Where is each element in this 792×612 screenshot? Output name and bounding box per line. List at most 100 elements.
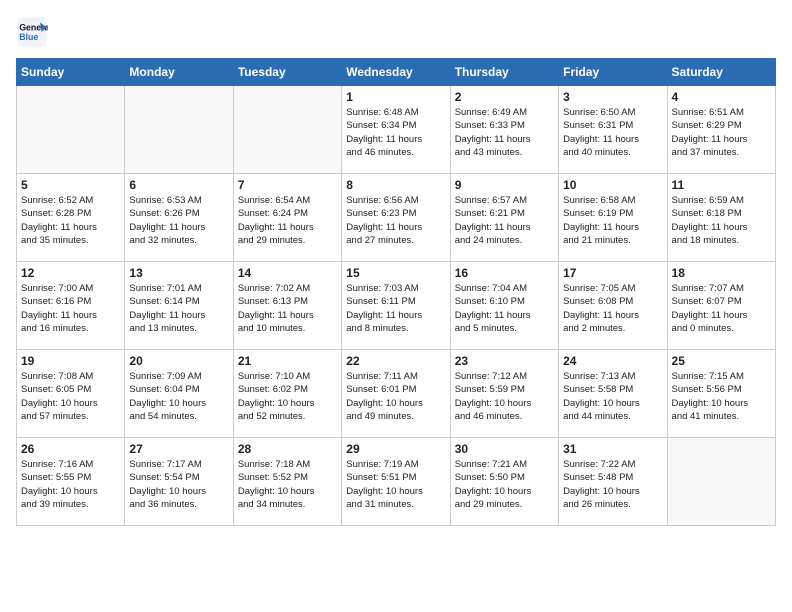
day-info: Sunrise: 7:00 AMSunset: 6:16 PMDaylight:… xyxy=(21,282,120,335)
day-info: Sunrise: 6:59 AMSunset: 6:18 PMDaylight:… xyxy=(672,194,771,247)
day-info: Sunrise: 7:02 AMSunset: 6:13 PMDaylight:… xyxy=(238,282,337,335)
day-number: 26 xyxy=(21,442,120,456)
day-info: Sunrise: 6:58 AMSunset: 6:19 PMDaylight:… xyxy=(563,194,662,247)
calendar-cell: 31 Sunrise: 7:22 AMSunset: 5:48 PMDayligh… xyxy=(559,438,667,526)
day-info: Sunrise: 7:16 AMSunset: 5:55 PMDaylight:… xyxy=(21,458,120,511)
calendar-cell: 16 Sunrise: 7:04 AMSunset: 6:10 PMDayligh… xyxy=(450,262,558,350)
day-number: 20 xyxy=(129,354,228,368)
day-number: 31 xyxy=(563,442,662,456)
day-number: 16 xyxy=(455,266,554,280)
day-info: Sunrise: 6:52 AMSunset: 6:28 PMDaylight:… xyxy=(21,194,120,247)
day-info: Sunrise: 6:56 AMSunset: 6:23 PMDaylight:… xyxy=(346,194,445,247)
calendar-cell: 9 Sunrise: 6:57 AMSunset: 6:21 PMDaylight… xyxy=(450,174,558,262)
calendar-cell: 28 Sunrise: 7:18 AMSunset: 5:52 PMDayligh… xyxy=(233,438,341,526)
day-info: Sunrise: 6:48 AMSunset: 6:34 PMDaylight:… xyxy=(346,106,445,159)
day-number: 9 xyxy=(455,178,554,192)
day-number: 17 xyxy=(563,266,662,280)
day-number: 13 xyxy=(129,266,228,280)
day-info: Sunrise: 7:18 AMSunset: 5:52 PMDaylight:… xyxy=(238,458,337,511)
day-info: Sunrise: 7:21 AMSunset: 5:50 PMDaylight:… xyxy=(455,458,554,511)
day-info: Sunrise: 7:15 AMSunset: 5:56 PMDaylight:… xyxy=(672,370,771,423)
day-header-wednesday: Wednesday xyxy=(342,59,450,86)
calendar-cell xyxy=(233,86,341,174)
calendar-cell: 23 Sunrise: 7:12 AMSunset: 5:59 PMDayligh… xyxy=(450,350,558,438)
day-number: 28 xyxy=(238,442,337,456)
day-info: Sunrise: 7:09 AMSunset: 6:04 PMDaylight:… xyxy=(129,370,228,423)
day-number: 6 xyxy=(129,178,228,192)
day-header-monday: Monday xyxy=(125,59,233,86)
calendar-week-row: 26 Sunrise: 7:16 AMSunset: 5:55 PMDayligh… xyxy=(17,438,776,526)
calendar-cell: 30 Sunrise: 7:21 AMSunset: 5:50 PMDayligh… xyxy=(450,438,558,526)
calendar-cell: 26 Sunrise: 7:16 AMSunset: 5:55 PMDayligh… xyxy=(17,438,125,526)
calendar-cell: 25 Sunrise: 7:15 AMSunset: 5:56 PMDayligh… xyxy=(667,350,775,438)
logo-icon: General Blue xyxy=(16,16,48,48)
day-header-friday: Friday xyxy=(559,59,667,86)
calendar-cell: 10 Sunrise: 6:58 AMSunset: 6:19 PMDayligh… xyxy=(559,174,667,262)
day-number: 19 xyxy=(21,354,120,368)
day-info: Sunrise: 7:11 AMSunset: 6:01 PMDaylight:… xyxy=(346,370,445,423)
day-info: Sunrise: 6:53 AMSunset: 6:26 PMDaylight:… xyxy=(129,194,228,247)
day-info: Sunrise: 6:57 AMSunset: 6:21 PMDaylight:… xyxy=(455,194,554,247)
calendar-cell: 6 Sunrise: 6:53 AMSunset: 6:26 PMDaylight… xyxy=(125,174,233,262)
calendar-cell xyxy=(17,86,125,174)
calendar-cell: 29Sunrise: 7:19 AMSunset: 5:51 PMDayligh… xyxy=(342,438,450,526)
day-number: 14 xyxy=(238,266,337,280)
day-info: Sunrise: 7:04 AMSunset: 6:10 PMDaylight:… xyxy=(455,282,554,335)
day-number: 25 xyxy=(672,354,771,368)
calendar-cell: 14 Sunrise: 7:02 AMSunset: 6:13 PMDayligh… xyxy=(233,262,341,350)
day-info: Sunrise: 7:17 AMSunset: 5:54 PMDaylight:… xyxy=(129,458,228,511)
day-info: Sunrise: 6:49 AMSunset: 6:33 PMDaylight:… xyxy=(455,106,554,159)
day-number: 18 xyxy=(672,266,771,280)
day-number: 21 xyxy=(238,354,337,368)
day-number: 7 xyxy=(238,178,337,192)
day-number: 2 xyxy=(455,90,554,104)
calendar-cell: 21 Sunrise: 7:10 AMSunset: 6:02 PMDayligh… xyxy=(233,350,341,438)
day-info: Sunrise: 7:05 AMSunset: 6:08 PMDaylight:… xyxy=(563,282,662,335)
day-number: 22 xyxy=(346,354,445,368)
day-info: Sunrise: 7:12 AMSunset: 5:59 PMDaylight:… xyxy=(455,370,554,423)
calendar-cell: 12 Sunrise: 7:00 AMSunset: 6:16 PMDayligh… xyxy=(17,262,125,350)
calendar-week-row: 12 Sunrise: 7:00 AMSunset: 6:16 PMDayligh… xyxy=(17,262,776,350)
calendar-cell: 22 Sunrise: 7:11 AMSunset: 6:01 PMDayligh… xyxy=(342,350,450,438)
calendar-week-row: 19Sunrise: 7:08 AMSunset: 6:05 PMDayligh… xyxy=(17,350,776,438)
day-info: Sunrise: 7:03 AMSunset: 6:11 PMDaylight:… xyxy=(346,282,445,335)
calendar-cell: 13Sunrise: 7:01 AMSunset: 6:14 PMDayligh… xyxy=(125,262,233,350)
day-info: Sunrise: 6:50 AMSunset: 6:31 PMDaylight:… xyxy=(563,106,662,159)
calendar-cell: 20 Sunrise: 7:09 AMSunset: 6:04 PMDayligh… xyxy=(125,350,233,438)
day-info: Sunrise: 7:10 AMSunset: 6:02 PMDaylight:… xyxy=(238,370,337,423)
calendar-header-row: SundayMondayTuesdayWednesdayThursdayFrid… xyxy=(17,59,776,86)
calendar-week-row: 5 Sunrise: 6:52 AMSunset: 6:28 PMDaylight… xyxy=(17,174,776,262)
day-number: 4 xyxy=(672,90,771,104)
day-number: 11 xyxy=(672,178,771,192)
day-number: 5 xyxy=(21,178,120,192)
day-number: 10 xyxy=(563,178,662,192)
calendar-table: SundayMondayTuesdayWednesdayThursdayFrid… xyxy=(16,58,776,526)
svg-text:Blue: Blue xyxy=(19,32,38,42)
calendar-cell xyxy=(667,438,775,526)
day-number: 12 xyxy=(21,266,120,280)
calendar-cell: 17 Sunrise: 7:05 AMSunset: 6:08 PMDayligh… xyxy=(559,262,667,350)
calendar-cell xyxy=(125,86,233,174)
day-info: Sunrise: 6:54 AMSunset: 6:24 PMDaylight:… xyxy=(238,194,337,247)
calendar-cell: 1Sunrise: 6:48 AMSunset: 6:34 PMDaylight… xyxy=(342,86,450,174)
page-header: General Blue xyxy=(16,16,776,48)
day-info: Sunrise: 7:22 AMSunset: 5:48 PMDaylight:… xyxy=(563,458,662,511)
calendar-cell: 5 Sunrise: 6:52 AMSunset: 6:28 PMDaylight… xyxy=(17,174,125,262)
day-number: 15 xyxy=(346,266,445,280)
day-number: 24 xyxy=(563,354,662,368)
day-number: 27 xyxy=(129,442,228,456)
calendar-cell: 8Sunrise: 6:56 AMSunset: 6:23 PMDaylight… xyxy=(342,174,450,262)
calendar-cell: 3 Sunrise: 6:50 AMSunset: 6:31 PMDaylight… xyxy=(559,86,667,174)
calendar-week-row: 1Sunrise: 6:48 AMSunset: 6:34 PMDaylight… xyxy=(17,86,776,174)
day-header-sunday: Sunday xyxy=(17,59,125,86)
day-number: 23 xyxy=(455,354,554,368)
day-number: 30 xyxy=(455,442,554,456)
day-info: Sunrise: 7:07 AMSunset: 6:07 PMDaylight:… xyxy=(672,282,771,335)
calendar-cell: 18 Sunrise: 7:07 AMSunset: 6:07 PMDayligh… xyxy=(667,262,775,350)
day-header-thursday: Thursday xyxy=(450,59,558,86)
day-number: 3 xyxy=(563,90,662,104)
day-header-tuesday: Tuesday xyxy=(233,59,341,86)
calendar-cell: 4Sunrise: 6:51 AMSunset: 6:29 PMDaylight… xyxy=(667,86,775,174)
logo: General Blue xyxy=(16,16,48,48)
calendar-cell: 15 Sunrise: 7:03 AMSunset: 6:11 PMDayligh… xyxy=(342,262,450,350)
